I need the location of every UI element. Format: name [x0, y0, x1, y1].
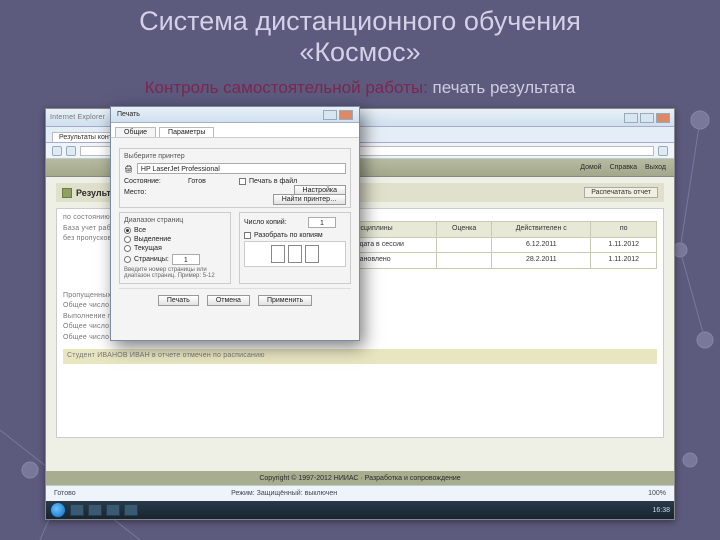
print-cancel-button[interactable]: Отмена — [207, 295, 250, 306]
print-report-button[interactable]: Распечатать отчет — [584, 187, 658, 198]
toolbar-home[interactable]: Домой — [580, 164, 601, 171]
range-pages-input[interactable]: 1 — [172, 254, 200, 265]
printer-state: Готов — [188, 178, 206, 185]
toolbar-exit[interactable]: Выход — [645, 164, 666, 171]
range-hint: Введите номер страницы или диапазон стра… — [124, 267, 226, 279]
slide-title-line1: Система дистанционного обучения — [139, 6, 581, 36]
subtitle-trail: печать результата — [433, 78, 576, 97]
print-ok-button[interactable]: Печать — [158, 295, 199, 306]
print-dialog-tabs: Общие Параметры — [111, 123, 359, 138]
status-security: Режим: Защищённый: выключен — [231, 490, 337, 497]
range-all-radio[interactable] — [124, 227, 131, 234]
print-dialog-footer: Печать Отмена Применить — [119, 288, 351, 312]
copies-group: Число копий:1 Разобрать по копиям — [239, 212, 351, 284]
collate-preview — [244, 241, 346, 267]
print-dialog-titlebar[interactable]: Печать — [111, 107, 359, 123]
th-from: Действителен с — [492, 222, 591, 238]
taskbar-icon[interactable] — [106, 504, 120, 516]
slide-title-line2: «Космос» — [299, 37, 420, 67]
printer-select[interactable]: HP LaserJet Professional — [137, 163, 346, 174]
subtitle-lead: Контроль самостоятельной работы — [145, 78, 423, 97]
print-apply-button[interactable]: Применить — [258, 295, 312, 306]
close-button[interactable] — [656, 113, 670, 123]
window-title: Internet Explorer — [50, 114, 105, 121]
browser-statusbar: Готово Режим: Защищённый: выключен 100% — [46, 485, 674, 501]
subtitle-sep: : — [423, 78, 432, 97]
tab-general[interactable]: Общие — [115, 127, 156, 137]
print-dialog-title: Печать — [117, 111, 140, 118]
printer-icon: 🖨 — [124, 165, 133, 173]
th-grade: Оценка — [437, 222, 492, 238]
system-tray[interactable]: 16:38 — [652, 507, 670, 514]
collate-checkbox[interactable] — [244, 232, 251, 239]
dialog-help-button[interactable] — [323, 110, 337, 120]
back-button[interactable] — [52, 146, 62, 156]
start-button[interactable] — [50, 502, 66, 518]
page-range-group: Диапазон страниц Все Выделение Текущая С… — [119, 212, 231, 284]
print-dialog-body: Выберите принтер 🖨 HP LaserJet Professio… — [111, 138, 359, 318]
windows-taskbar: 16:38 — [46, 501, 674, 519]
range-selection-radio[interactable] — [124, 236, 131, 243]
refresh-button[interactable] — [658, 146, 668, 156]
site-copyright: Copyright © 1997-2012 НИИАС · Разработка… — [46, 471, 674, 485]
copies-input[interactable]: 1 — [308, 217, 336, 228]
slide-subtitle: Контроль самостоятельной работы: печать … — [0, 78, 720, 98]
printer-group: Выберите принтер 🖨 HP LaserJet Professio… — [119, 148, 351, 208]
dialog-close-button[interactable] — [339, 110, 353, 120]
range-pages-radio[interactable] — [124, 256, 131, 263]
minimize-button[interactable] — [624, 113, 638, 123]
print-dialog[interactable]: Печать Общие Параметры Выберите принтер … — [110, 106, 360, 341]
print-to-file-checkbox[interactable] — [239, 178, 246, 185]
status-left: Готово — [54, 490, 76, 497]
range-current-radio[interactable] — [124, 245, 131, 252]
tab-options[interactable]: Параметры — [159, 127, 214, 137]
toolbar-help[interactable]: Справка — [610, 164, 637, 171]
maximize-button[interactable] — [640, 113, 654, 123]
forward-button[interactable] — [66, 146, 76, 156]
tray-clock: 16:38 — [652, 507, 670, 514]
slide-title: Система дистанционного обучения «Космос» — [0, 6, 720, 68]
th-to: по — [591, 222, 657, 238]
taskbar-icon[interactable] — [124, 504, 138, 516]
page-icon — [62, 188, 72, 198]
highlight-note: Студент ИВАНОВ ИВАН в отчете отмечен по … — [63, 349, 657, 364]
zoom-level[interactable]: 100% — [648, 490, 666, 497]
taskbar-icon[interactable] — [70, 504, 84, 516]
taskbar-icon[interactable] — [88, 504, 102, 516]
find-printer-button[interactable]: Найти принтер… — [273, 194, 346, 205]
printer-group-title: Выберите принтер — [124, 153, 346, 160]
